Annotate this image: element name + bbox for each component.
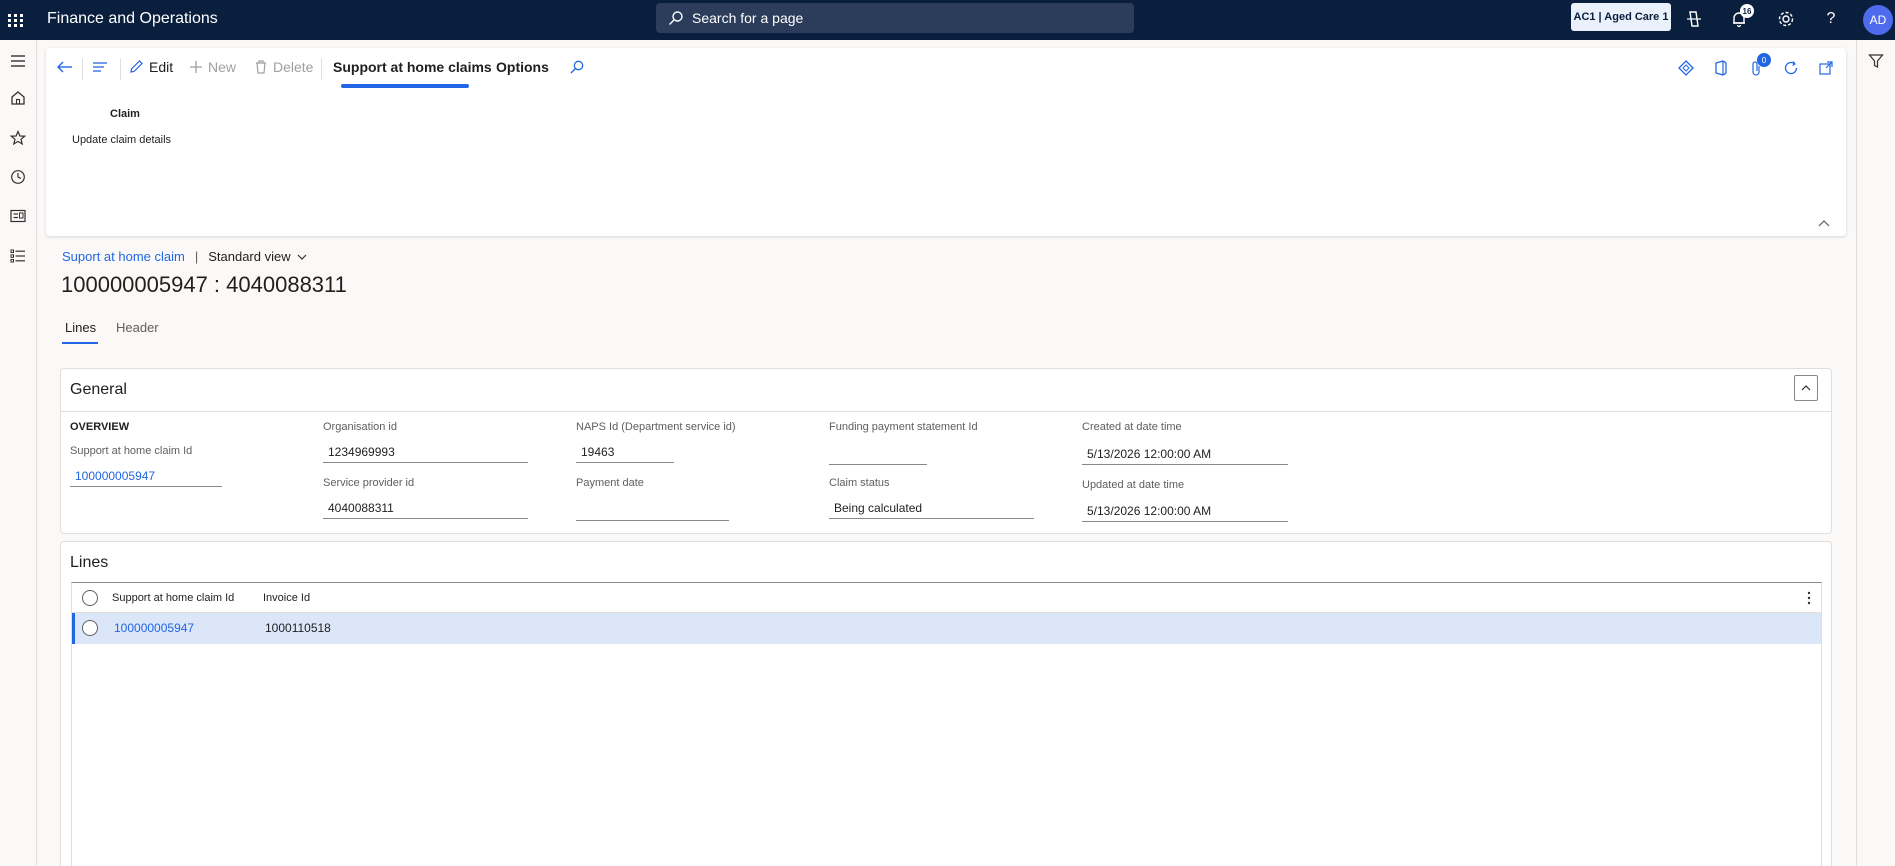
page-title: 100000005947 : 4040088311: [61, 272, 347, 297]
payment-date-field[interactable]: [576, 499, 729, 521]
attachments-badge: 0: [1757, 53, 1771, 67]
delete-button[interactable]: Delete: [254, 56, 313, 78]
notifications-icon[interactable]: 16: [1728, 4, 1754, 30]
service-provider-id-field[interactable]: 4040088311: [323, 497, 528, 519]
select-all-radio[interactable]: [82, 590, 98, 606]
search-placeholder: Search for a page: [692, 10, 804, 26]
power-apps-icon[interactable]: [1676, 58, 1696, 78]
separator: [120, 58, 121, 80]
naps-id-label: NAPS Id (Department service id): [576, 421, 736, 433]
back-arrow-icon[interactable]: [56, 56, 79, 78]
office-icon[interactable]: [1711, 58, 1731, 78]
funding-statement-label: Funding payment statement Id: [829, 421, 978, 433]
open-new-window-icon[interactable]: [1816, 58, 1836, 78]
general-fasttab: General OVERVIEW Support at home claim I…: [60, 368, 1832, 534]
table-row[interactable]: 100000005947 1000110518: [72, 613, 1821, 644]
delete-label: Delete: [273, 59, 314, 75]
app-title[interactable]: Finance and Operations: [47, 10, 218, 28]
organisation-id-label: Organisation id: [323, 421, 397, 433]
claim-status-field[interactable]: Being calculated: [829, 497, 1034, 519]
claim-id-label: Support at home claim Id: [70, 445, 193, 457]
company-picker-button[interactable]: AC1 | Aged Care 1: [1571, 3, 1671, 31]
breadcrumb-separator: |: [194, 249, 199, 264]
active-tab-indicator: [341, 84, 469, 88]
column-header-invoice-id[interactable]: Invoice Id: [263, 592, 310, 604]
separator: [82, 58, 83, 80]
group-title-claim: Claim: [110, 108, 140, 120]
modules-list-icon[interactable]: [5, 243, 31, 269]
filter-icon[interactable]: [1863, 48, 1889, 74]
naps-id-field[interactable]: 19463: [576, 441, 674, 463]
workspaces-icon[interactable]: [5, 203, 31, 229]
pencil-icon: [130, 60, 143, 73]
separator: [321, 58, 322, 80]
claim-id-field[interactable]: 100000005947: [70, 465, 222, 487]
settings-gear-icon[interactable]: [1775, 8, 1797, 30]
chevron-up-icon: [1801, 385, 1811, 391]
claim-status-label: Claim status: [829, 477, 890, 489]
right-side-strip: [1856, 40, 1895, 866]
attachments-icon[interactable]: 0: [1746, 53, 1771, 78]
new-label: New: [208, 59, 237, 75]
organisation-id-field[interactable]: 1234969993: [323, 441, 528, 463]
left-navigation: [0, 40, 37, 866]
top-bar: Finance and Operations Search for a page…: [0, 0, 1895, 40]
tab-lines-underline: [62, 342, 98, 344]
row-select-radio[interactable]: [82, 620, 98, 636]
collapse-action-pane-icon[interactable]: [1816, 216, 1832, 232]
menu-hamburger-icon[interactable]: [5, 48, 31, 74]
home-icon[interactable]: [5, 85, 31, 111]
app-launcher-icon[interactable]: [6, 10, 26, 30]
action-search-icon[interactable]: [569, 56, 590, 78]
action-menu-icon[interactable]: [91, 56, 114, 78]
general-title[interactable]: General: [70, 381, 127, 399]
refresh-icon[interactable]: [1781, 58, 1801, 78]
funding-statement-field[interactable]: [829, 443, 927, 465]
breadcrumb: Suport at home claim | Standard view: [62, 249, 309, 264]
notifications-badge: 16: [1740, 4, 1754, 18]
favorites-star-icon[interactable]: [5, 125, 31, 151]
search-icon: [669, 11, 683, 25]
view-selector-label: Standard view: [208, 249, 291, 264]
created-at-field[interactable]: 5/13/2026 12:00:00 AM: [1082, 443, 1288, 465]
edit-label: Edit: [149, 59, 174, 75]
divider: [61, 411, 1831, 412]
lines-title[interactable]: Lines: [70, 554, 108, 572]
edit-button[interactable]: Edit: [128, 56, 173, 78]
overview-label: OVERVIEW: [70, 421, 130, 433]
action-pane: Edit New Delete Support at home claims O…: [46, 48, 1846, 236]
updated-at-field[interactable]: 5/13/2026 12:00:00 AM: [1082, 500, 1288, 522]
column-header-claim-id[interactable]: Support at home claim Id: [112, 592, 234, 604]
collapse-general-button[interactable]: [1794, 375, 1818, 401]
service-provider-id-label: Service provider id: [323, 477, 415, 489]
updated-at-label: Updated at date time: [1082, 479, 1185, 491]
tab-support-at-home-claims[interactable]: Support at home claims: [333, 56, 492, 78]
lines-grid: Support at home claim Id Invoice Id 1000…: [71, 582, 1822, 866]
page-search-input[interactable]: Search for a page: [656, 3, 1134, 33]
tab-options[interactable]: Options: [496, 56, 549, 78]
plus-icon: [190, 61, 202, 73]
lines-fasttab: Lines Support at home claim Id Invoice I…: [60, 541, 1832, 866]
new-button[interactable]: New: [189, 56, 236, 78]
update-claim-details-button[interactable]: Update claim details: [72, 134, 171, 146]
payment-date-label: Payment date: [576, 477, 644, 489]
copilot-icon[interactable]: [1683, 8, 1705, 30]
recent-clock-icon[interactable]: [5, 164, 31, 190]
breadcrumb-link[interactable]: Suport at home claim: [62, 249, 185, 264]
help-icon[interactable]: ?: [1820, 8, 1842, 30]
tab-lines[interactable]: Lines: [65, 320, 96, 335]
grid-header: Support at home claim Id Invoice Id: [72, 583, 1821, 613]
chevron-down-icon: [297, 254, 307, 260]
created-at-label: Created at date time: [1082, 421, 1182, 433]
tab-header[interactable]: Header: [116, 320, 159, 335]
row-claim-id-link[interactable]: 100000005947: [114, 621, 194, 635]
view-selector[interactable]: Standard view: [208, 249, 308, 264]
trash-icon: [256, 60, 266, 74]
row-invoice-id[interactable]: 1000110518: [265, 621, 331, 635]
user-avatar[interactable]: AD: [1863, 5, 1893, 35]
more-options-icon[interactable]: [1803, 590, 1815, 606]
